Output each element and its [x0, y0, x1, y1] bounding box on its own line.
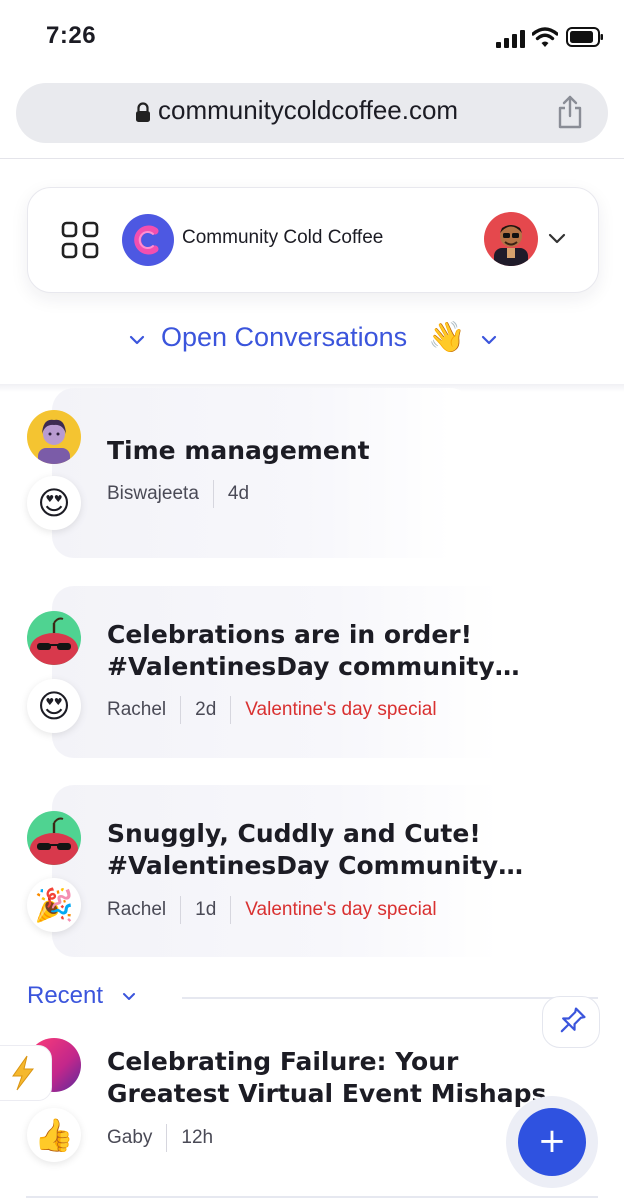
pin-button[interactable]	[542, 996, 600, 1048]
status-time: 7:26	[46, 22, 97, 49]
author-name[interactable]: Rachel	[107, 699, 166, 721]
author-name[interactable]: Biswajeeta	[107, 483, 199, 505]
wifi-icon	[532, 27, 558, 47]
recent-filter[interactable]: Recent	[27, 982, 103, 1010]
status-bar: 7:26	[0, 0, 624, 78]
grid-icon[interactable]	[61, 221, 99, 259]
post-age: 2d	[195, 699, 217, 720]
section-title[interactable]: Open Conversations	[161, 322, 407, 353]
community-logo[interactable]	[122, 214, 174, 266]
divider	[182, 997, 598, 999]
conversation-card[interactable]	[52, 388, 472, 558]
meta-divider	[230, 696, 232, 724]
meta-divider	[166, 1124, 168, 1152]
author-name[interactable]: Gaby	[107, 1127, 152, 1149]
meta-divider	[180, 896, 182, 924]
cherry-avatar-icon	[27, 811, 81, 865]
conversation-meta: Rachel 2d Valentine's day special	[107, 696, 437, 724]
url-text[interactable]: communitycoldcoffee.com	[158, 95, 458, 126]
conversation-meta: Rachel 1d Valentine's day special	[107, 896, 437, 924]
conversation-meta: Gaby 12h	[107, 1124, 213, 1152]
divider	[0, 158, 624, 159]
meta-divider	[230, 896, 232, 924]
conversation-title[interactable]: Celebrations are in order! #ValentinesDa…	[107, 619, 587, 683]
meta-divider	[180, 696, 182, 724]
reaction-emoji: 👍	[27, 1108, 81, 1162]
cherry-avatar-icon	[27, 611, 81, 665]
divider	[26, 1196, 598, 1198]
reaction-emoji: 😍	[27, 679, 81, 733]
chevron-down-icon[interactable]	[480, 334, 498, 346]
author-name[interactable]: Rachel	[107, 899, 166, 921]
chevron-down-icon[interactable]	[122, 992, 136, 1002]
conversation-meta: Biswajeeta 4d	[107, 480, 249, 508]
reaction-emoji: 😍	[27, 476, 81, 530]
new-post-button[interactable]: +	[518, 1108, 586, 1176]
lightning-icon	[12, 1055, 35, 1091]
conversation-title[interactable]: Snuggly, Cuddly and Cute! #ValentinesDay…	[107, 818, 587, 882]
chevron-down-icon[interactable]	[128, 334, 146, 346]
pin-icon	[560, 1007, 586, 1033]
chevron-down-icon[interactable]	[547, 231, 567, 245]
post-age: 1d	[195, 899, 217, 920]
waving-hand-icon: 👋	[428, 320, 466, 355]
community-name[interactable]: Community Cold Coffee	[182, 227, 383, 249]
author-avatar[interactable]	[27, 811, 81, 865]
conversation-title[interactable]: Time management	[107, 435, 370, 467]
avatar-image	[484, 212, 538, 266]
avatar-image	[27, 410, 81, 464]
post-age: 12h	[181, 1127, 214, 1148]
reaction-emoji: 🎉	[27, 878, 81, 932]
meta-divider	[212, 480, 214, 508]
topic-tag[interactable]: Valentine's day special	[245, 899, 436, 921]
conversation-title[interactable]: Celebrating Failure: Your Greatest Virtu…	[107, 1046, 577, 1110]
battery-icon	[566, 27, 603, 47]
signal-icon	[496, 30, 525, 48]
topic-tag[interactable]: Valentine's day special	[245, 699, 436, 721]
coffee-logo-icon	[134, 225, 159, 255]
share-icon[interactable]	[556, 95, 584, 129]
post-age: 4d	[227, 483, 250, 504]
author-avatar[interactable]	[27, 410, 81, 464]
user-avatar[interactable]	[484, 212, 538, 266]
lightning-button[interactable]	[0, 1045, 52, 1101]
lock-icon	[136, 102, 150, 122]
author-avatar[interactable]	[27, 611, 81, 665]
